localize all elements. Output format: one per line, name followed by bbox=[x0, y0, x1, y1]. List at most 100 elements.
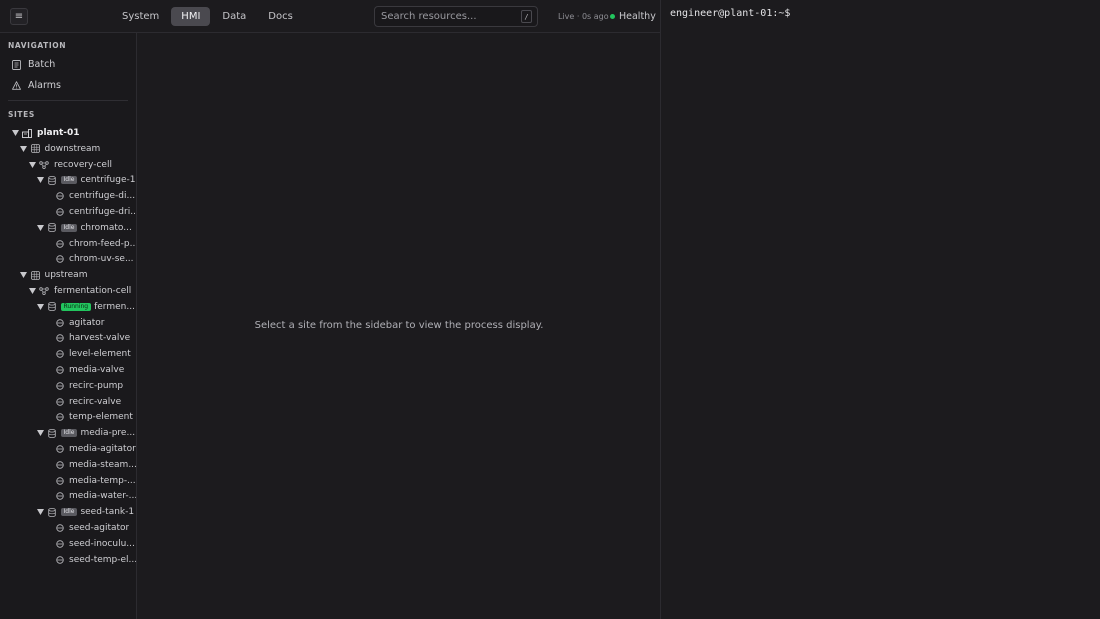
tree-item-module[interactable]: seed-agitator bbox=[45, 521, 129, 535]
tree-item-module[interactable]: media-steam... bbox=[45, 458, 137, 472]
tab-docs[interactable]: Docs bbox=[258, 7, 303, 26]
network-icon bbox=[39, 287, 49, 295]
module-icon bbox=[56, 208, 64, 216]
status-badge: Idle bbox=[60, 429, 78, 438]
health-status: Healthy bbox=[610, 11, 656, 22]
tree-item-unit[interactable]: Idle media-pre... bbox=[37, 426, 135, 440]
health-label: Healthy bbox=[619, 11, 656, 22]
tree-item-module[interactable]: recirc-valve bbox=[45, 395, 121, 409]
tab-system[interactable]: System bbox=[112, 7, 169, 26]
tree-item-unit[interactable]: Idle centrifuge-1 bbox=[37, 173, 135, 187]
chevron-down-icon[interactable] bbox=[20, 145, 28, 153]
tree-item-label: media-valve bbox=[69, 365, 125, 375]
module-icon bbox=[56, 445, 64, 453]
tree-item-module[interactable]: chrom-uv-se... bbox=[45, 252, 134, 266]
grid-icon bbox=[30, 144, 40, 154]
tree-item-label: centrifuge-di... bbox=[69, 191, 136, 202]
process-display-area: Select a site from the sidebar to view t… bbox=[138, 34, 660, 619]
empty-state-message: Select a site from the sidebar to view t… bbox=[254, 320, 544, 331]
tree-item-module[interactable]: temp-element bbox=[45, 410, 133, 424]
tree-item-label: plant-01 bbox=[37, 128, 80, 138]
tree-item-module[interactable]: media-temp-... bbox=[45, 474, 136, 488]
search-shortcut-hint: / bbox=[521, 10, 532, 23]
tree-item-module[interactable]: harvest-valve bbox=[45, 331, 130, 345]
tree-item-module[interactable]: level-element bbox=[45, 347, 131, 361]
tree-item-label: recirc-valve bbox=[69, 396, 122, 407]
tree-item-label: level-element bbox=[69, 349, 131, 360]
module-icon bbox=[56, 382, 64, 390]
network-icon bbox=[39, 160, 49, 169]
tree-item-label: harvest-valve bbox=[69, 333, 131, 344]
tab-data[interactable]: Data bbox=[212, 7, 256, 26]
chevron-down-icon[interactable] bbox=[37, 224, 45, 232]
tree-item-area[interactable]: upstream bbox=[20, 268, 87, 282]
sites-heading: SITES bbox=[8, 110, 35, 119]
tree-item-unit[interactable]: Running fermen... bbox=[37, 300, 135, 314]
search-box[interactable]: / bbox=[374, 6, 538, 27]
terminal-pane[interactable]: engineer@plant-01:~$ bbox=[660, 0, 1100, 619]
tree-item-unit[interactable]: Idle seed-tank-1 bbox=[37, 505, 134, 519]
app-window: ≡ SystemHMIDataDocs / Live · 0s ago Heal… bbox=[0, 0, 1100, 619]
tree-item-label: fermen... bbox=[94, 301, 135, 312]
tree-item-label: fermentation-cell bbox=[54, 286, 132, 296]
sidebar: NAVIGATION Batch Alarms SITES plant-01 do… bbox=[0, 33, 137, 619]
module-icon bbox=[56, 476, 64, 485]
tree-item-module[interactable]: media-water-... bbox=[45, 489, 137, 503]
live-status: Live · 0s ago bbox=[558, 12, 609, 21]
module-icon bbox=[56, 350, 64, 358]
chevron-down-icon[interactable] bbox=[37, 303, 45, 311]
chevron-down-icon[interactable] bbox=[20, 271, 28, 279]
chevron-down-icon[interactable] bbox=[37, 176, 45, 184]
module-icon bbox=[56, 524, 64, 532]
health-dot-icon bbox=[610, 14, 615, 19]
tree-item-module[interactable]: media-agitator bbox=[45, 442, 136, 456]
navigation-heading: NAVIGATION bbox=[8, 41, 67, 50]
tree-item-module[interactable]: centrifuge-di... bbox=[45, 189, 135, 203]
tree-item-unit[interactable]: Idle chromato... bbox=[37, 221, 132, 235]
tree-item-module[interactable]: recirc-pump bbox=[45, 379, 123, 393]
tree-item-module[interactable]: agitator bbox=[45, 316, 105, 330]
search-input[interactable] bbox=[381, 9, 521, 24]
sidebar-divider bbox=[8, 100, 128, 101]
tree-item-module[interactable]: seed-inoculu... bbox=[45, 537, 135, 551]
chevron-down-icon[interactable] bbox=[37, 508, 45, 516]
tab-hmi[interactable]: HMI bbox=[171, 7, 211, 26]
tree-item-module[interactable]: seed-temp-el... bbox=[45, 553, 137, 567]
tree-item-label: agitator bbox=[69, 317, 105, 328]
tree-item-cell[interactable]: recovery-cell bbox=[28, 158, 112, 172]
chevron-down-icon[interactable] bbox=[28, 287, 36, 295]
nav-item-batch[interactable]: Batch bbox=[12, 59, 55, 70]
database-icon bbox=[47, 428, 56, 438]
tree-item-cell[interactable]: fermentation-cell bbox=[28, 284, 131, 298]
tree-item-site[interactable]: plant-01 bbox=[11, 126, 80, 140]
tree-item-label: seed-temp-el... bbox=[69, 554, 137, 565]
tree-item-label: chrom-feed-p... bbox=[69, 238, 137, 249]
tree-item-label: media-steam... bbox=[69, 459, 137, 470]
status-badge: Running bbox=[60, 302, 92, 311]
module-icon bbox=[56, 555, 64, 564]
chevron-down-icon[interactable] bbox=[37, 429, 45, 437]
module-icon bbox=[56, 255, 64, 264]
chevron-down-icon[interactable] bbox=[28, 161, 36, 169]
module-icon bbox=[56, 318, 64, 327]
status-badge: Idle bbox=[60, 223, 78, 232]
nav-item-alarms[interactable]: Alarms bbox=[12, 80, 61, 91]
hamburger-icon: ≡ bbox=[14, 10, 24, 22]
factory-icon bbox=[22, 128, 32, 138]
database-icon bbox=[47, 507, 56, 517]
tree-item-label: media-water-... bbox=[69, 491, 137, 502]
grid-icon bbox=[30, 270, 40, 280]
tree-item-label: temp-element bbox=[69, 412, 133, 423]
tree-item-module[interactable]: chrom-feed-p... bbox=[45, 237, 137, 251]
chevron-down-icon[interactable] bbox=[11, 129, 19, 137]
tree-item-area[interactable]: downstream bbox=[20, 142, 100, 156]
top-tabs: System HMI Data Docs bbox=[112, 7, 305, 26]
top-bar: ≡ SystemHMIDataDocs / Live · 0s ago Heal… bbox=[0, 0, 660, 33]
tree-item-module[interactable]: centrifuge-dri... bbox=[45, 205, 136, 219]
module-icon bbox=[56, 461, 64, 469]
menu-button[interactable]: ≡ bbox=[10, 8, 28, 25]
module-icon bbox=[56, 334, 64, 343]
tree-item-module[interactable]: media-valve bbox=[45, 363, 124, 377]
module-icon bbox=[56, 239, 64, 248]
tree-item-label: media-agitator bbox=[69, 444, 136, 454]
